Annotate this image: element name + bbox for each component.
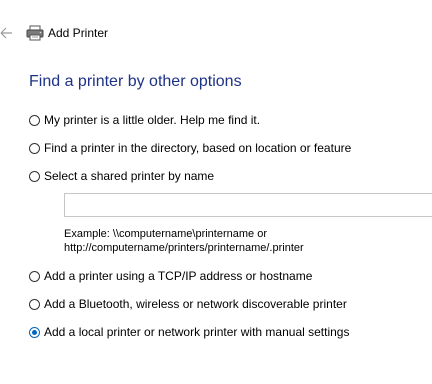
option-older-printer[interactable]: My printer is a little older. Help me fi… — [29, 112, 260, 128]
back-arrow-icon[interactable] — [0, 25, 14, 41]
example-text: Example: \\computername\printername or h… — [64, 227, 304, 255]
radio-local-manual[interactable] — [29, 326, 40, 338]
option-label: Add a printer using a TCP/IP address or … — [44, 269, 313, 283]
example-line-2: http://computername/printers/printername… — [64, 242, 304, 254]
option-label: Add a Bluetooth, wireless or network dis… — [44, 297, 347, 311]
option-directory[interactable]: Find a printer in the directory, based o… — [29, 140, 351, 156]
option-label: Find a printer in the directory, based o… — [44, 141, 352, 155]
printer-icon — [26, 25, 44, 41]
option-bluetooth-wireless[interactable]: Add a Bluetooth, wireless or network dis… — [29, 296, 347, 312]
shared-printer-name-input[interactable] — [64, 193, 432, 217]
option-label: Add a local printer or network printer w… — [44, 325, 350, 339]
radio-shared-printer[interactable] — [29, 170, 40, 182]
radio-bluetooth-wireless[interactable] — [29, 298, 40, 310]
option-label: Select a shared printer by name — [44, 169, 215, 183]
radio-tcpip[interactable] — [29, 270, 40, 282]
page-heading: Find a printer by other options — [29, 73, 242, 90]
window-title: Add Printer — [48, 26, 109, 40]
add-printer-page: Add Printer Find a printer by other opti… — [0, 0, 432, 384]
option-tcpip[interactable]: Add a printer using a TCP/IP address or … — [29, 268, 312, 284]
option-shared-printer[interactable]: Select a shared printer by name — [29, 168, 214, 184]
example-line-1: Example: \\computername\printername or — [64, 228, 267, 240]
option-label: My printer is a little older. Help me fi… — [44, 113, 261, 127]
option-local-manual[interactable]: Add a local printer or network printer w… — [29, 324, 349, 340]
radio-directory[interactable] — [29, 142, 40, 154]
radio-older-printer[interactable] — [29, 114, 40, 126]
